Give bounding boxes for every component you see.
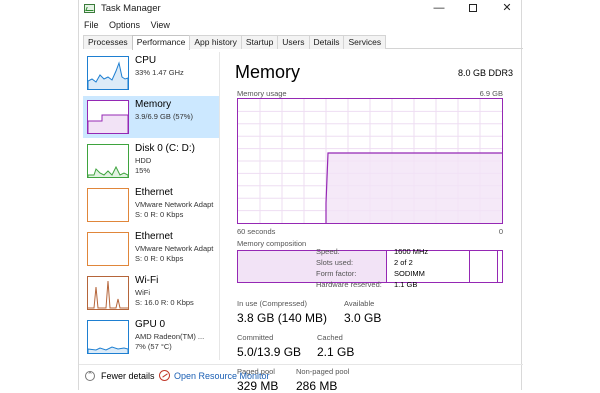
close-icon: ✕ <box>502 2 512 14</box>
sidebar-item-name: GPU 0 <box>135 319 166 330</box>
tab-users[interactable]: Users <box>277 35 310 49</box>
sidebar-item-name: CPU <box>135 55 157 66</box>
tab-processes[interactable]: Processes <box>83 35 133 49</box>
tab-services[interactable]: Services <box>343 35 387 49</box>
menu-options[interactable]: Options <box>105 18 144 30</box>
stat-available: Available 3.0 GB <box>344 299 381 325</box>
fewer-details-button[interactable]: Fewer details <box>101 371 155 381</box>
tab-performance[interactable]: Performance <box>131 35 191 50</box>
memory-usage-graph <box>237 98 503 224</box>
spec-value: SODIMM <box>394 269 425 278</box>
sidebar-item-wifi[interactable]: Wi-Fi WiFi S: 16.0 R: 0 Kbps <box>83 272 219 314</box>
gpu-thumbnail-graph <box>87 320 129 354</box>
sidebar-item-gpu[interactable]: GPU 0 AMD Radeon(TM) ... 7% (57 °C) <box>83 316 219 358</box>
spec-slots-used: Slots used: 2 of 2 <box>316 258 476 269</box>
window-title: Task Manager <box>101 3 161 14</box>
sidebar-divider[interactable] <box>219 52 220 360</box>
resource-sidebar: CPU 33% 1.47 GHz Memory 3.9/6.9 GB (57%)… <box>83 52 221 360</box>
maximize-button[interactable] <box>459 0 487 18</box>
stat-label: In use (Compressed) <box>237 299 308 308</box>
sidebar-item-detail: HDD <box>135 156 152 165</box>
tab-app-history[interactable]: App history <box>189 35 242 49</box>
usage-axis-start: 60 seconds <box>237 227 276 236</box>
memory-specs: Speed: 1600 MHz Slots used: 2 of 2 Form … <box>316 247 476 291</box>
tab-startup[interactable]: Startup <box>240 35 279 49</box>
sidebar-item-detail: 3.9/6.9 GB (57%) <box>135 112 193 121</box>
memory-details-panel: Memory 8.0 GB DDR3 Memory usage 6.9 GB 6… <box>227 52 519 393</box>
sidebar-item-usage: S: 0 R: 0 Kbps <box>135 210 184 219</box>
stat-label: Available <box>344 299 375 308</box>
sidebar-item-ethernet[interactable]: Ethernet VMware Network Adapt S: 0 R: 0 … <box>83 184 219 226</box>
sidebar-item-name: Wi-Fi <box>135 275 159 286</box>
stat-value: 3.8 GB (140 MB) <box>237 311 328 325</box>
tab-details[interactable]: Details <box>308 35 345 49</box>
wifi-thumbnail-graph <box>87 276 129 310</box>
tab-strip: Processes Performance App history Startu… <box>83 35 523 50</box>
stat-in-use: In use (Compressed) 3.8 GB (140 MB) <box>237 299 327 325</box>
sidebar-item-memory[interactable]: Memory 3.9/6.9 GB (57%) <box>83 96 219 138</box>
usage-graph-label: Memory usage <box>237 89 287 98</box>
spec-value: 1600 MHz <box>394 247 429 256</box>
task-manager-icon <box>84 4 95 13</box>
sidebar-item-detail: AMD Radeon(TM) ... <box>135 332 205 341</box>
sidebar-item-name: Ethernet <box>135 187 173 198</box>
spec-speed: Speed: 1600 MHz <box>316 247 476 258</box>
usage-axis-end: 0 <box>498 227 503 236</box>
sidebar-item-name: Ethernet <box>135 231 173 242</box>
sidebar-item-name: Memory <box>135 99 172 110</box>
minimize-button[interactable]: — <box>425 0 453 18</box>
open-resource-monitor-link[interactable]: Open Resource Monitor <box>174 371 270 381</box>
sidebar-item-detail: WiFi <box>135 288 150 297</box>
status-footer: ⌃ Fewer details Open Resource Monitor <box>79 364 523 386</box>
task-manager-window: Task Manager — ✕ File Options View Proce… <box>78 0 523 393</box>
stat-label: Committed <box>237 333 274 342</box>
stat-value: 5.0/13.9 GB <box>237 345 302 359</box>
sidebar-item-usage: S: 0 R: 0 Kbps <box>135 254 184 263</box>
close-button[interactable]: ✕ <box>493 0 521 18</box>
ethernet-thumbnail-graph <box>87 188 129 222</box>
sidebar-item-disk[interactable]: Disk 0 (C: D:) HDD 15% <box>83 140 219 182</box>
stat-committed: Committed 5.0/13.9 GB <box>237 333 301 359</box>
stat-cached: Cached 2.1 GB <box>317 333 354 359</box>
disk-thumbnail-graph <box>87 144 129 178</box>
spec-form-factor: Form factor: SODIMM <box>316 269 476 280</box>
memory-spec: 8.0 GB DDR3 <box>457 68 513 78</box>
menu-view[interactable]: View <box>147 18 174 30</box>
spec-label: Hardware reserved: <box>316 280 382 289</box>
composition-label: Memory composition <box>237 239 307 248</box>
minimize-icon: — <box>433 2 445 14</box>
spec-value: 1.1 GB <box>394 280 418 289</box>
sidebar-item-detail: 33% 1.47 GHz <box>135 68 184 77</box>
sidebar-item-detail: VMware Network Adapt <box>135 244 214 253</box>
spec-label: Slots used: <box>316 258 354 267</box>
sidebar-item-usage: 15% <box>135 166 151 175</box>
title-bar[interactable]: Task Manager — ✕ <box>79 0 523 18</box>
spec-hardware-reserved: Hardware reserved: 1.1 GB <box>316 280 476 291</box>
cpu-thumbnail-graph <box>87 56 129 90</box>
spec-value: 2 of 2 <box>394 258 413 267</box>
chevron-up-icon[interactable]: ⌃ <box>85 371 95 381</box>
memory-thumbnail-graph <box>87 100 129 134</box>
sidebar-item-name: Disk 0 (C: D:) <box>135 143 195 154</box>
spec-label: Form factor: <box>316 269 357 278</box>
stat-label: Cached <box>317 333 343 342</box>
stat-value: 3.0 GB <box>344 311 382 325</box>
menu-file[interactable]: File <box>79 18 103 30</box>
memory-usage-area <box>326 153 502 223</box>
sidebar-item-ethernet-2[interactable]: Ethernet VMware Network Adapt S: 0 R: 0 … <box>83 228 219 270</box>
ethernet-thumbnail-graph <box>87 232 129 266</box>
page-title: Memory <box>235 62 301 82</box>
spec-label: Speed: <box>316 247 340 256</box>
sidebar-item-usage: S: 16.0 R: 0 Kbps <box>135 298 194 307</box>
stat-value: 2.1 GB <box>317 345 355 359</box>
composition-divider <box>497 251 498 282</box>
menu-bar: File Options View <box>79 18 523 33</box>
resource-monitor-icon[interactable] <box>159 370 170 381</box>
sidebar-item-detail: VMware Network Adapt <box>135 200 214 209</box>
sidebar-item-cpu[interactable]: CPU 33% 1.47 GHz <box>83 52 219 94</box>
maximize-icon <box>469 4 477 13</box>
sidebar-item-usage: 7% (57 °C) <box>135 342 172 351</box>
usage-graph-max: 6.9 GB <box>479 89 503 98</box>
